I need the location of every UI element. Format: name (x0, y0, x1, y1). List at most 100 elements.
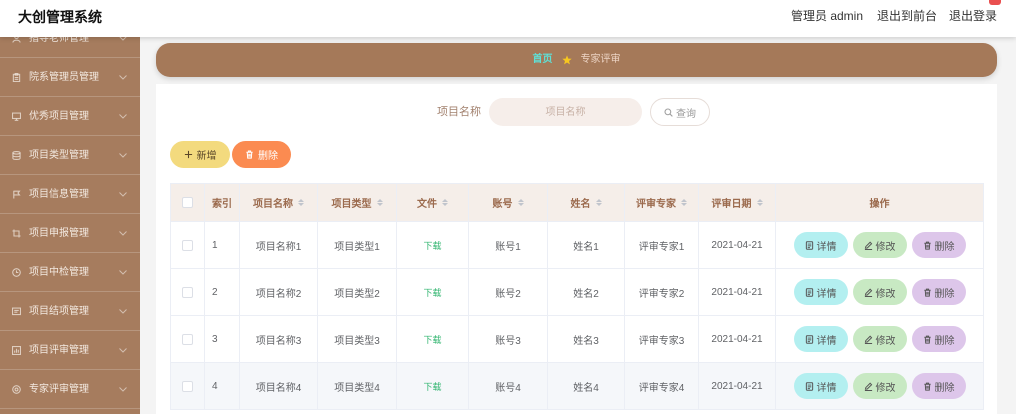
row-checkbox[interactable] (182, 286, 193, 298)
help-icon (12, 385, 21, 394)
name-cell: 姓名4 (548, 363, 625, 410)
edit-button[interactable]: 修改 (852, 232, 907, 258)
trash-icon (923, 382, 931, 391)
column-header-project-type[interactable]: 项目类型 (318, 183, 397, 222)
sort-icon[interactable] (595, 199, 602, 206)
reviewer-cell: 评审专家2 (625, 269, 699, 316)
reviewer-cell: 评审专家1 (625, 222, 699, 269)
table-row: 4 项目名称4 项目类型4 下载 账号4 姓名4 评审专家4 2021-04-2… (170, 363, 984, 410)
delete-button[interactable]: 删除 (911, 232, 966, 258)
detail-button[interactable]: 详情 (793, 279, 848, 305)
row-checkbox[interactable] (182, 380, 193, 392)
column-header-project-name[interactable]: 项目名称 (240, 183, 318, 222)
document-icon (805, 240, 813, 250)
trash-icon (246, 150, 253, 159)
detail-button[interactable]: 详情 (793, 232, 848, 258)
sidebar-item-project-type-management[interactable]: 项目类型管理 (0, 136, 140, 175)
table-row: 3 项目名称3 项目类型3 下载 账号3 姓名3 评审专家3 2021-04-2… (170, 316, 984, 363)
sidebar-item-label: 优秀项目管理 (29, 111, 89, 122)
column-header-label: 项目类型 (331, 199, 372, 210)
review-date-cell: 2021-04-21 (699, 269, 776, 316)
top-bar: 大创管理系统 管理员 admin 退出到前台 退出登录 (0, 0, 1016, 37)
column-header-reviewer[interactable]: 评审专家 (625, 183, 699, 222)
edit-icon (864, 382, 872, 391)
column-header-label: 索引 (212, 199, 232, 210)
sort-icon[interactable] (376, 199, 383, 206)
search-button[interactable]: 查询 (650, 98, 710, 126)
sidebar-item-expert-review-management[interactable]: 专家评审管理 (0, 370, 140, 409)
select-cell (170, 363, 205, 410)
detail-button-label: 详情 (816, 382, 837, 394)
actions-cell: 详情 修改 删除 (776, 269, 984, 316)
sidebar-item-excellent-project-management[interactable]: 优秀项目管理 (0, 97, 140, 136)
breadcrumb-home-link[interactable]: 首页 (533, 54, 553, 66)
edit-button[interactable]: 修改 (852, 373, 907, 399)
delete-button-label: 删除 (934, 288, 955, 300)
sort-icon[interactable] (298, 199, 304, 206)
column-header-review-date[interactable]: 评审日期 (699, 183, 776, 222)
row-checkbox[interactable] (182, 333, 193, 345)
sidebar-item-project-info-management[interactable]: 项目信息管理 (0, 175, 140, 214)
column-header-name[interactable]: 姓名 (548, 183, 625, 222)
sidebar-item-department-admin-management[interactable]: 院系管理员管理 (0, 58, 140, 97)
corner-badge (989, 0, 1001, 5)
project-name-cell: 项目名称3 (240, 316, 318, 363)
breadcrumb: 首页 专家评审 (156, 43, 997, 77)
file-cell: 下载 (397, 316, 469, 363)
search-icon (664, 107, 673, 117)
column-header-label: 评审专家 (636, 199, 676, 210)
download-link[interactable]: 下载 (423, 380, 441, 393)
column-header-file[interactable]: 文件 (397, 183, 469, 222)
table-row: 1 项目名称1 项目类型1 下载 账号1 姓名1 评审专家1 2021-04-2… (170, 222, 984, 269)
chevron-down-icon (119, 114, 127, 119)
select-all-checkbox[interactable] (182, 197, 193, 208)
delete-button[interactable]: 删除 (911, 279, 966, 305)
edit-button-label: 修改 (875, 241, 896, 253)
edit-button-label: 修改 (875, 382, 896, 394)
sort-icon[interactable] (517, 199, 524, 206)
batch-delete-button[interactable]: 删除 (232, 141, 291, 168)
monitor-icon (12, 112, 21, 121)
sidebar-item-label: 专家评审管理 (29, 384, 89, 395)
detail-button[interactable]: 详情 (793, 326, 848, 352)
download-link[interactable]: 下载 (423, 333, 441, 346)
sidebar-item-project-application-management[interactable]: 项目申报管理 (0, 214, 140, 253)
row-checkbox[interactable] (182, 239, 193, 251)
actions-cell: 详情 修改 删除 (776, 222, 984, 269)
project-name-cell: 项目名称4 (240, 363, 318, 410)
project-type-cell: 项目类型4 (318, 363, 397, 410)
sort-icon[interactable] (681, 199, 687, 206)
detail-button[interactable]: 详情 (793, 373, 848, 399)
column-header-actions: 操作 (776, 183, 984, 222)
column-header-label: 账号 (492, 199, 513, 210)
detail-button-label: 详情 (816, 288, 837, 300)
sidebar-item-project-completion-management[interactable]: 项目结项管理 (0, 292, 140, 331)
logout-link[interactable]: 退出登录 (949, 8, 997, 24)
back-to-frontend-link[interactable]: 退出到前台 (877, 8, 937, 24)
delete-button[interactable]: 删除 (911, 326, 966, 352)
edit-button[interactable]: 修改 (852, 326, 907, 352)
download-link[interactable]: 下载 (423, 286, 441, 299)
plus-icon (184, 150, 192, 159)
table-body: 1 项目名称1 项目类型1 下载 账号1 姓名1 评审专家1 2021-04-2… (170, 222, 984, 410)
table-row: 2 项目名称2 项目类型2 下载 账号2 姓名2 评审专家2 2021-04-2… (170, 269, 984, 316)
edit-button[interactable]: 修改 (852, 279, 907, 305)
sidebar-item-project-review-management[interactable]: 项目评审管理 (0, 331, 140, 370)
document-icon (805, 334, 813, 344)
add-button[interactable]: 新增 (170, 141, 230, 168)
column-header-account[interactable]: 账号 (469, 183, 548, 222)
delete-button-label: 删除 (934, 241, 955, 253)
search-button-label: 查询 (676, 108, 696, 120)
sidebar-item-project-midterm-check-management[interactable]: 项目中检管理 (0, 253, 140, 292)
delete-button[interactable]: 删除 (911, 373, 966, 399)
download-link[interactable]: 下载 (423, 239, 441, 252)
reviewer-cell: 评审专家4 (625, 363, 699, 410)
edit-button-label: 修改 (875, 288, 896, 300)
review-date-cell: 2021-04-21 (699, 222, 776, 269)
project-name-search-input[interactable] (489, 98, 642, 126)
document-icon (805, 287, 813, 297)
chevron-down-icon (119, 387, 127, 392)
project-type-cell: 项目类型1 (318, 222, 397, 269)
sort-icon[interactable] (442, 199, 448, 206)
sort-icon[interactable] (756, 199, 763, 206)
